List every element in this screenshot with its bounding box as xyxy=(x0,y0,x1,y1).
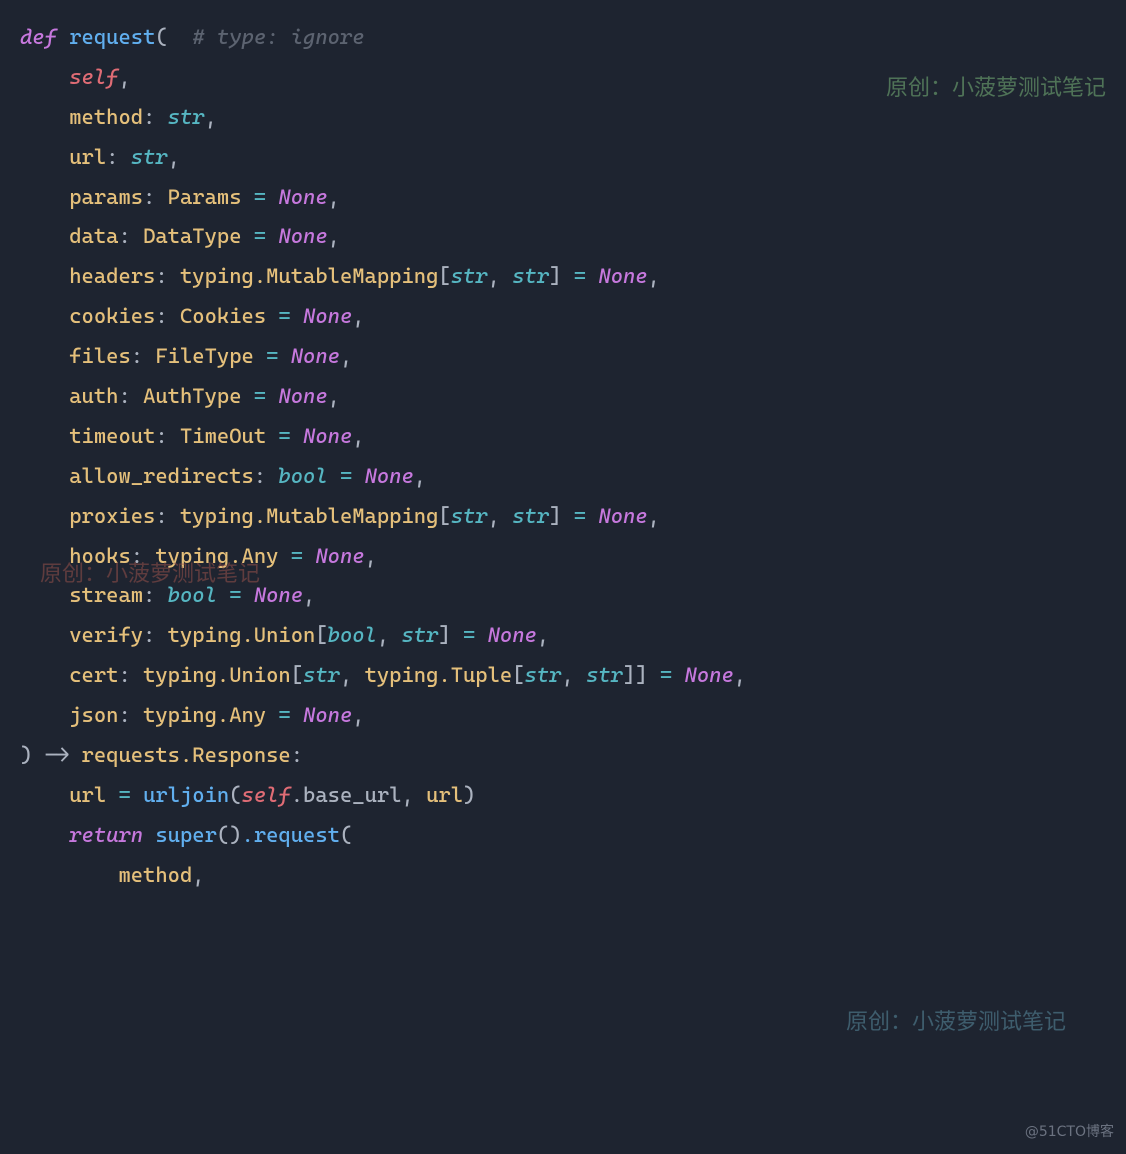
code-line: method: str, xyxy=(20,98,1114,138)
code-line: params: Params = None, xyxy=(20,178,1114,218)
code-line: return super().request( xyxy=(20,816,1114,856)
code-line: auth: AuthType = None, xyxy=(20,377,1114,417)
code-line: url: str, xyxy=(20,138,1114,178)
code-line: url = urljoin(self.base_url, url) xyxy=(20,776,1114,816)
code-line: headers: typing.MutableMapping[str, str]… xyxy=(20,257,1114,297)
code-line: proxies: typing.MutableMapping[str, str]… xyxy=(20,497,1114,537)
code-line: allow_redirects: bool = None, xyxy=(20,457,1114,497)
code-line: ) -> requests.Response: xyxy=(20,736,1114,776)
code-line: method, xyxy=(20,856,1114,896)
watermark-blue: 原创：小菠萝测试笔记 xyxy=(846,1002,1066,1044)
code-line: hooks: typing.Any = None, xyxy=(20,537,1114,577)
footer-credit: @51CTO博客 xyxy=(1025,1119,1114,1146)
code-line: cert: typing.Union[str, typing.Tuple[str… xyxy=(20,656,1114,696)
code-line: self, xyxy=(20,58,1114,98)
code-line: files: FileType = None, xyxy=(20,337,1114,377)
code-line: timeout: TimeOut = None, xyxy=(20,417,1114,457)
code-line: stream: bool = None, xyxy=(20,576,1114,616)
code-line: data: DataType = None, xyxy=(20,217,1114,257)
code-line: def request( # type: ignore xyxy=(20,18,1114,58)
code-block: 原创：小菠萝测试笔记 原创：小菠萝测试笔记 原创：小菠萝测试笔记 @51CTO博… xyxy=(0,0,1126,1154)
code-line: cookies: Cookies = None, xyxy=(20,297,1114,337)
code-line: json: typing.Any = None, xyxy=(20,696,1114,736)
code-line: verify: typing.Union[bool, str] = None, xyxy=(20,616,1114,656)
